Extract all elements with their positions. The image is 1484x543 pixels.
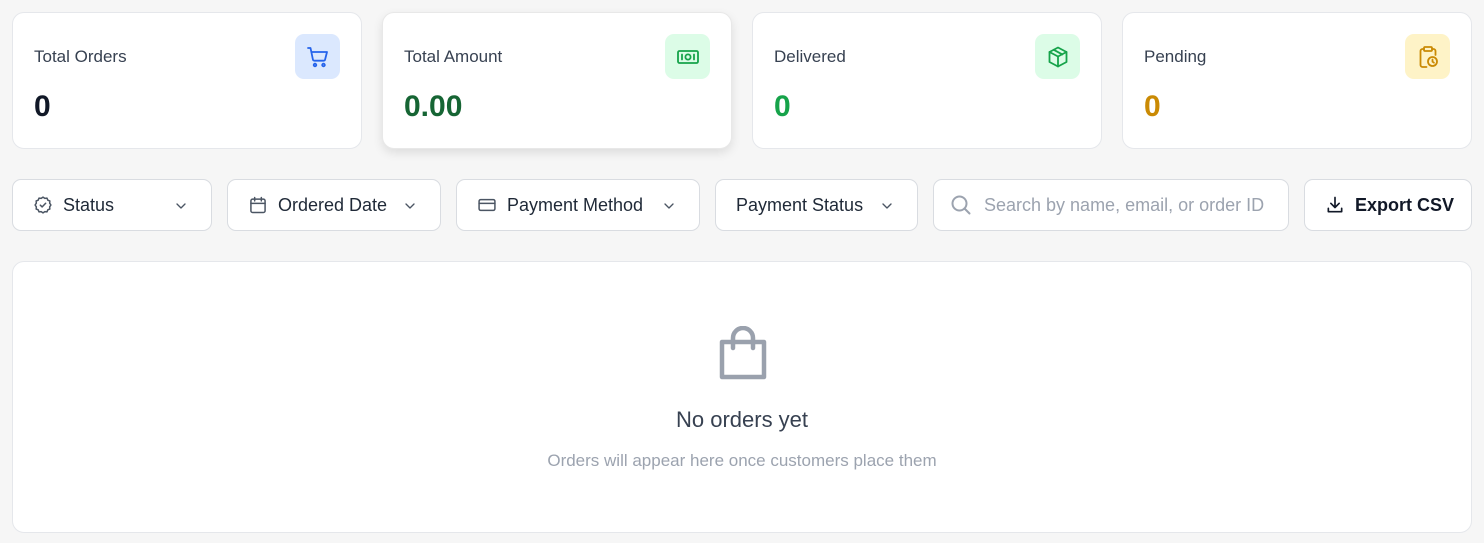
payment-method-filter-label: Payment Method xyxy=(507,194,644,215)
chevron-down-icon xyxy=(176,203,186,209)
empty-state-subtitle: Orders will appear here once customers p… xyxy=(547,451,937,470)
export-csv-label: Export CSV xyxy=(1355,195,1455,215)
ordered-date-filter-label: Ordered Date xyxy=(278,194,388,215)
empty-state-title: No orders yet xyxy=(675,407,809,432)
orders-empty-state: No orders yet Orders will appear here on… xyxy=(12,261,1472,533)
search-input[interactable] xyxy=(984,190,1274,220)
download-icon xyxy=(1327,196,1343,213)
payment-status-filter[interactable]: Payment Status xyxy=(715,179,918,231)
export-csv-button[interactable]: Export CSV xyxy=(1304,179,1472,231)
stat-label: Total Amount xyxy=(404,47,503,66)
cart-icon xyxy=(295,34,340,79)
search-icon xyxy=(951,195,971,215)
status-filter[interactable]: Status xyxy=(12,179,212,231)
status-filter-label: Status xyxy=(63,194,115,215)
search-box xyxy=(933,179,1289,231)
stat-value: 0 xyxy=(1144,90,1161,123)
clipboard-clock-icon xyxy=(1405,34,1450,79)
stat-label: Delivered xyxy=(774,47,846,66)
payment-status-filter-label: Payment Status xyxy=(736,194,864,215)
stat-card-total-amount: Total Amount 0.00 xyxy=(382,12,732,149)
stats-cards: Total Orders 0 Total Amount 0.00 Deliver… xyxy=(12,12,1472,149)
banknote-icon xyxy=(665,34,710,79)
stat-value: 0 xyxy=(774,90,791,123)
shopping-bag-icon xyxy=(719,326,767,380)
stat-card-pending: Pending 0 xyxy=(1122,12,1472,149)
stat-label: Pending xyxy=(1144,47,1207,66)
chevron-down-icon xyxy=(882,203,892,209)
stat-card-delivered: Delivered 0 xyxy=(752,12,1102,149)
chevron-down-icon xyxy=(405,203,415,209)
stat-card-total-orders: Total Orders 0 xyxy=(12,12,362,149)
chevron-down-icon xyxy=(664,203,674,209)
package-icon xyxy=(1035,34,1080,79)
stat-value: 0.00 xyxy=(404,90,463,123)
stat-value: 0 xyxy=(34,90,51,123)
calendar-icon xyxy=(250,196,266,214)
payment-method-filter[interactable]: Payment Method xyxy=(456,179,700,231)
filter-toolbar: Status Ordered Date Payment Method Payme… xyxy=(12,179,1472,231)
credit-card-icon xyxy=(478,198,496,212)
badge-check-icon xyxy=(34,196,52,214)
ordered-date-filter[interactable]: Ordered Date xyxy=(227,179,441,231)
stat-label: Total Orders xyxy=(34,47,127,66)
